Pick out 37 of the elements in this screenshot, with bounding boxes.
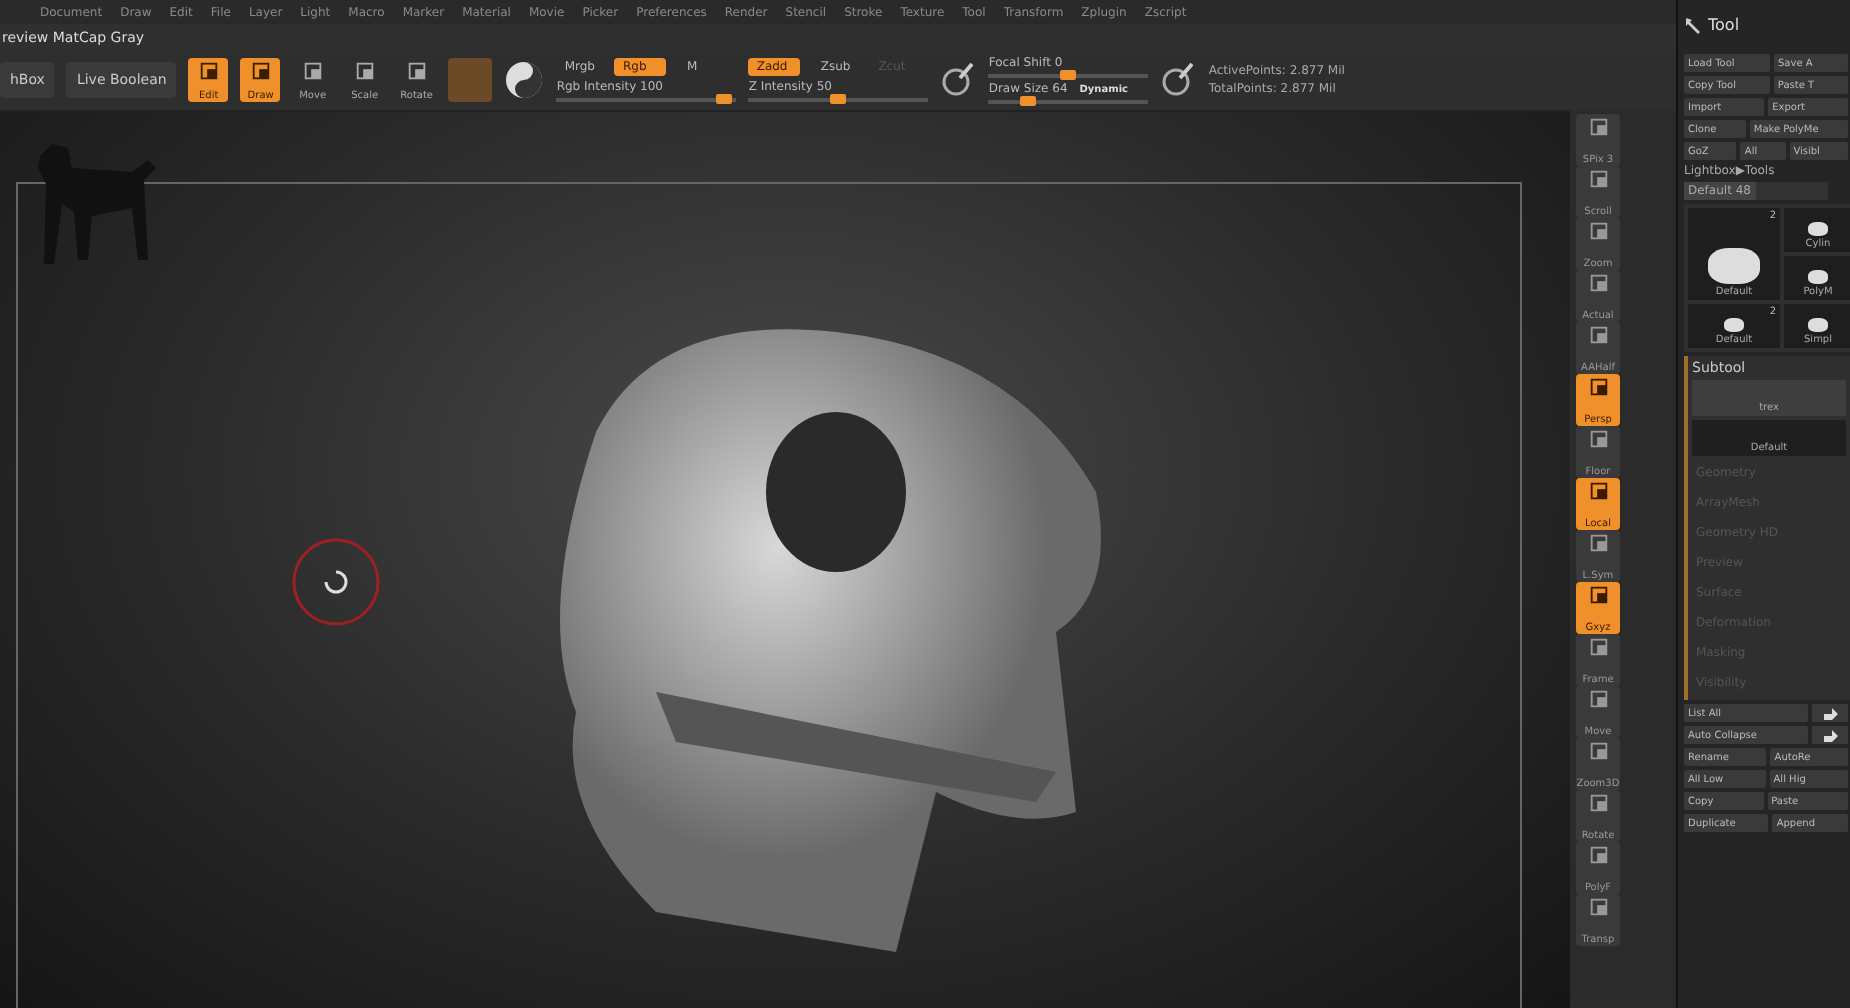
tool-icon	[1587, 480, 1609, 502]
material-swatch[interactable]	[448, 58, 493, 102]
tool-icon	[1587, 740, 1609, 762]
color-picker-icon[interactable]	[504, 60, 545, 100]
tool-icon	[1587, 896, 1609, 918]
tool-icon	[1587, 168, 1609, 190]
mode-icon	[301, 60, 324, 82]
tool-icon	[1587, 376, 1609, 398]
tool-icon	[1587, 428, 1609, 450]
viewport[interactable]	[0, 110, 1570, 1008]
model-thumbnail-icon	[1808, 318, 1828, 332]
model-thumbnail-icon	[1708, 247, 1760, 284]
slider-thumb[interactable]	[1060, 70, 1077, 80]
mode-icon	[405, 60, 428, 82]
mode-icon	[353, 60, 376, 82]
slider-thumb[interactable]	[1020, 96, 1037, 106]
tool-icon	[1587, 272, 1609, 294]
slider-thumb[interactable]	[830, 94, 847, 104]
arrow-button[interactable]	[1812, 704, 1848, 722]
model-thumbnail-icon	[1724, 318, 1744, 332]
tool-icon	[1587, 584, 1609, 606]
tool-icon	[1587, 532, 1609, 554]
mode-icon	[197, 60, 220, 82]
arrow-button[interactable]	[1812, 726, 1848, 744]
tool-icon	[1587, 636, 1609, 658]
rotate-cursor-icon	[290, 536, 382, 628]
tool-icon	[1587, 116, 1609, 138]
tool-icon	[1587, 688, 1609, 710]
model-thumbnail-icon	[1808, 222, 1828, 236]
tool-icon	[1587, 792, 1609, 814]
tool-icon	[1587, 324, 1609, 346]
tool-icon	[1587, 844, 1609, 866]
mode-icon	[249, 60, 272, 82]
model-thumbnail-icon	[1808, 270, 1828, 284]
palette-title: Tool	[1708, 16, 1740, 34]
slider-thumb[interactable]	[716, 94, 733, 104]
tool-icon	[1587, 220, 1609, 242]
